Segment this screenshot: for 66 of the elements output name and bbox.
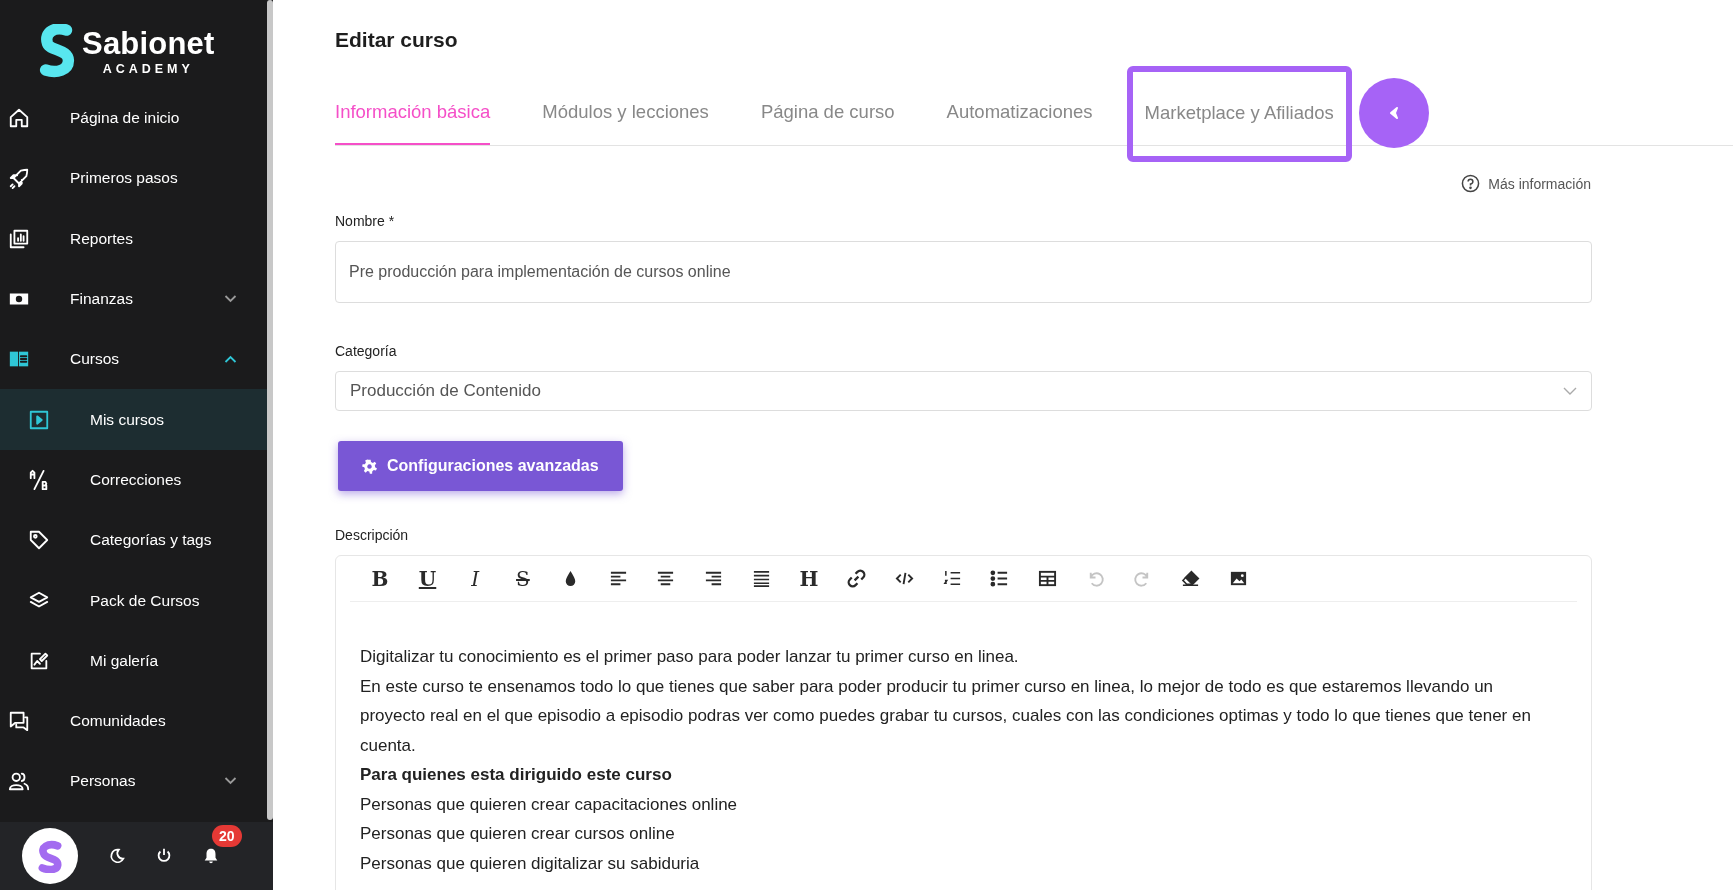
sidebar-item[interactable]: Reportes [0,208,267,269]
field-label: Nombre * [335,213,396,229]
tab[interactable]: Página de curso [760,80,895,145]
power-icon[interactable] [155,847,173,865]
notification-badge: 20 [212,825,242,847]
more-info-link[interactable]: Más información [1461,174,1591,193]
sidebar-subitem[interactable]: Categorías y tags [0,510,267,571]
category-dropdown[interactable]: Producción de Contenido [335,371,1592,411]
brand-name: Sabionet [82,26,215,62]
description-paragraph: En este curso te ensenamos todo lo que tienes que saber para poder producir tu primer curso en linea, lo mejor de todo es que estaremos llevando un proyecto real en el que episodio a episodio podras ver como puedes grabar tu cursos, cuales con las condiciones optimas y todo lo que tienes que tener en cuenta. [360,675,1532,757]
people-icon [8,770,30,793]
align-left-icon [608,569,628,588]
tab[interactable]: Módulos y lecciones [542,80,709,145]
align-right-icon [704,569,724,588]
sidebar-item[interactable]: Primeros pasos [0,148,267,209]
sidebar-item[interactable]: Finanzas [0,268,267,330]
field-label: Descripción [335,527,410,543]
sidebar-item[interactable]: Comunidades [0,690,267,752]
sidebar-item[interactable]: Personas [0,751,267,812]
sidebar-subitem[interactable]: Mi galería [0,630,267,691]
logo-icon [38,24,76,78]
sidebar-item[interactable]: Página de inicio [0,88,267,149]
description-paragraph: Personas que quieren crear capacitaciones online [360,793,739,816]
page-title: Editar curso [335,28,459,52]
description-paragraph: Personas que quieren digitalizar su sabiduria [360,852,701,875]
field-label: Categoría [335,343,398,359]
moon-icon[interactable] [108,847,126,865]
align-center-icon [656,569,676,588]
italic-button[interactable]: I [451,560,500,597]
chevron-down-icon [1563,387,1577,395]
sidebar-subitem[interactable]: Mis cursos [0,389,267,450]
underline-button[interactable]: U [403,560,452,597]
description-paragraph: Para quienes esta diriguido este curso [360,764,673,786]
brand-tagline: ACADEMY [102,62,194,76]
avatar[interactable] [22,828,78,884]
play-icon [28,408,50,431]
justify-icon [751,569,771,588]
tab[interactable]: Automatizaciones [946,80,1093,145]
strike-button[interactable]: S [499,560,547,597]
eraser-icon [1181,569,1201,588]
description-editor[interactable] [335,555,1592,890]
bell-icon[interactable] [202,847,220,865]
scrollbar[interactable] [267,0,273,820]
gear-icon [362,458,377,474]
description-paragraph: Digitalizar tu conocimiento es el primer paso para poder lanzar tu primer curso en linea. [360,646,1020,668]
sidebar-subitem[interactable]: Pack de Cursos [0,570,267,631]
link-icon [847,569,867,588]
help-icon [1461,174,1481,193]
table-icon [1037,569,1057,588]
advanced-settings-button[interactable]: Configuraciones avanzadas [338,441,623,491]
tab[interactable]: Marketplace y Afiliados [1129,68,1349,159]
chat-icon [8,710,30,733]
image-icon [1228,569,1248,588]
bullet-list-icon [990,569,1010,588]
ordered-list-icon [942,569,962,588]
sidebar-item[interactable]: Cursos [0,329,267,390]
description-paragraph: Personas que quieren crear cursos online [360,823,676,845]
sidebar-subitem[interactable]: Correcciones [0,449,267,511]
heading-button[interactable]: H [785,560,833,597]
ab-icon [28,468,50,491]
chart-icon [8,227,30,250]
home-icon [8,107,30,130]
rocket-icon [8,167,30,190]
name-field[interactable]: Pre producción para implementación de cursos online [335,241,1592,303]
bold-button[interactable]: B [356,560,404,597]
tag-icon [28,529,50,552]
